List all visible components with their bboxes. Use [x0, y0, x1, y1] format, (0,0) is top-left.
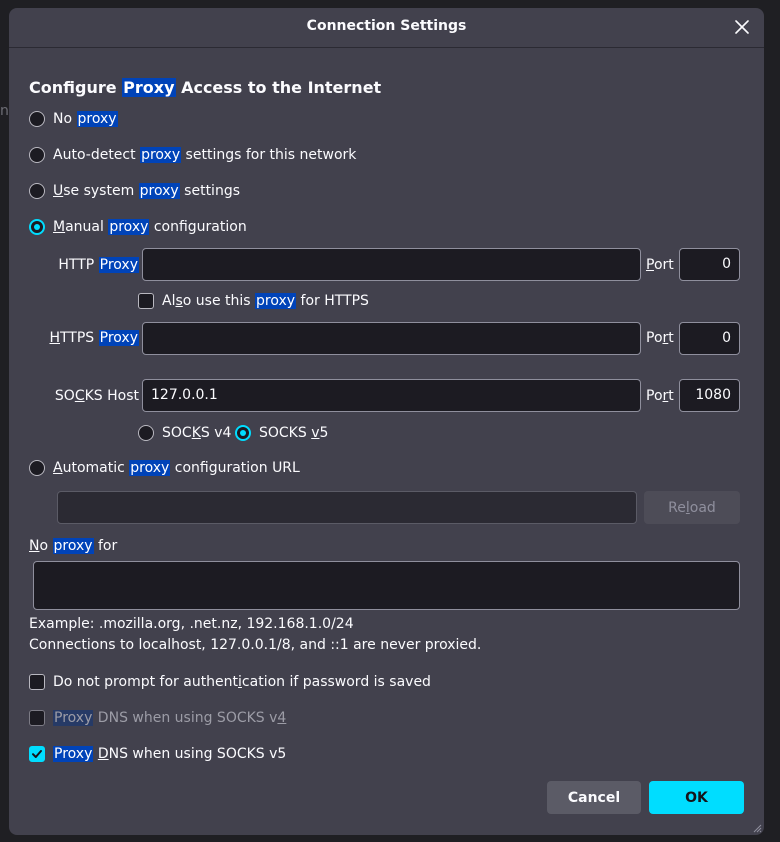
background-text-fragment: n [0, 103, 9, 119]
socks-host-input[interactable]: 127.0.0.1 [142, 379, 641, 412]
radio-indicator[interactable] [29, 147, 45, 163]
checkbox-proxy-dns-v4[interactable]: Proxy DNS when using SOCKS v4 [29, 710, 286, 726]
checkbox-no-prompt-auth-label: Do not prompt for authentication if pass… [53, 674, 431, 690]
auto-config-url-input[interactable] [57, 491, 637, 524]
radio-auto-config-url-label: Automatic proxy configuration URL [53, 460, 300, 476]
localhost-note: Connections to localhost, 127.0.0.1/8, a… [29, 637, 482, 653]
https-proxy-input[interactable] [142, 322, 641, 355]
http-proxy-input[interactable] [142, 248, 641, 281]
radio-indicator[interactable] [29, 183, 45, 199]
section-heading: Configure Proxy Access to the Internet [29, 78, 382, 97]
radio-no-proxy-label: No proxy [53, 111, 118, 127]
radio-indicator[interactable] [29, 460, 45, 476]
radio-auto-detect[interactable]: Auto-detect proxy settings for this netw… [29, 147, 356, 163]
no-proxy-for-textarea[interactable] [33, 561, 740, 610]
checkbox-also-https[interactable]: Also use this proxy for HTTPS [138, 293, 369, 309]
example-note: Example: .mozilla.org, .net.nz, 192.168.… [29, 616, 354, 632]
checkbox-box[interactable] [138, 293, 154, 309]
radio-indicator[interactable] [29, 111, 45, 127]
resize-grip-icon[interactable] [752, 823, 762, 833]
socks-port-label: Port [646, 388, 674, 404]
radio-manual-proxy-label: Manual proxy configuration [53, 219, 247, 235]
radio-system-proxy[interactable]: Use system proxy settings [29, 183, 240, 199]
radio-auto-detect-label: Auto-detect proxy settings for this netw… [53, 147, 357, 163]
radio-socks-v4-label: SOCKS v4 [162, 425, 232, 441]
socks-port-input[interactable]: 1080 [679, 379, 740, 412]
https-proxy-label: HTTPS Proxy [49, 330, 139, 346]
connection-settings-dialog: Connection Settings Configure Proxy Acce… [9, 8, 764, 835]
http-port-label: Port [646, 257, 674, 273]
checkmark-icon [32, 750, 42, 758]
dialog-titlebar: Connection Settings [9, 8, 764, 48]
checkbox-box[interactable] [29, 674, 45, 690]
checkbox-proxy-dns-v5[interactable]: Proxy DNS when using SOCKS v5 [29, 746, 286, 762]
http-proxy-label: HTTP Proxy [58, 257, 139, 273]
close-icon [735, 20, 749, 34]
ok-button[interactable]: OK [649, 781, 744, 814]
radio-no-proxy[interactable]: No proxy [29, 111, 118, 127]
no-proxy-for-label: No proxy for [29, 538, 118, 554]
close-button[interactable] [732, 17, 752, 37]
radio-indicator[interactable] [138, 425, 154, 441]
https-port-label: Port [646, 330, 674, 346]
radio-indicator-selected[interactable] [29, 219, 45, 235]
radio-socks-v5[interactable]: SOCKS v5 [235, 425, 328, 441]
radio-auto-config-url[interactable]: Automatic proxy configuration URL [29, 460, 300, 476]
checkbox-proxy-dns-v4-label: Proxy DNS when using SOCKS v4 [53, 710, 287, 726]
dialog-title: Connection Settings [306, 18, 467, 34]
radio-system-proxy-label: Use system proxy settings [53, 183, 240, 199]
checkbox-no-prompt-auth[interactable]: Do not prompt for authentication if pass… [29, 674, 431, 690]
cancel-button[interactable]: Cancel [547, 781, 641, 814]
socks-host-label: SOCKS Host [54, 388, 139, 404]
radio-socks-v5-label: SOCKS v5 [259, 425, 329, 441]
checkbox-also-https-label: Also use this proxy for HTTPS [162, 293, 369, 309]
checkbox-box-disabled[interactable] [29, 710, 45, 726]
checkbox-box-checked[interactable] [29, 746, 45, 762]
reload-button[interactable]: Re l oad [644, 491, 740, 524]
radio-indicator-selected[interactable] [235, 425, 251, 441]
radio-manual-proxy[interactable]: Manual proxy configuration [29, 219, 247, 235]
http-port-input[interactable]: 0 [679, 248, 740, 281]
checkbox-proxy-dns-v5-label: Proxy DNS when using SOCKS v5 [53, 746, 287, 762]
radio-socks-v4[interactable]: SOCKS v4 [138, 425, 231, 441]
https-port-input[interactable]: 0 [679, 322, 740, 355]
